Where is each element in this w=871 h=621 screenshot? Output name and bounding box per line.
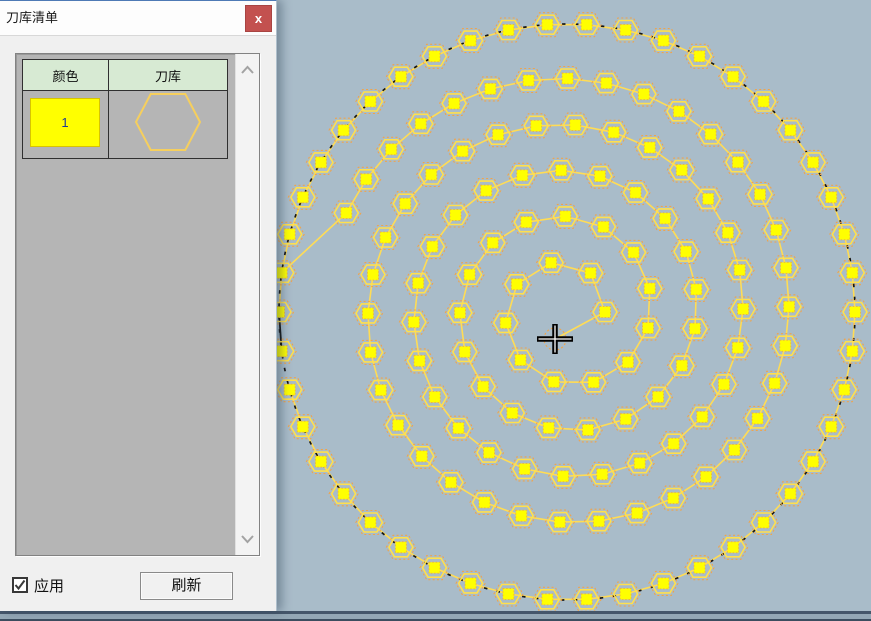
chevron-down-icon [239,530,256,547]
window-bottom-frame [0,611,871,621]
dialog-footer: 应用 刷新 [0,571,277,605]
dialog-title: 刀库清单 [6,1,58,35]
color-swatch[interactable]: 1 [30,98,100,147]
header-color: 颜色 [23,60,109,91]
crosshair-cursor [537,324,573,354]
table-header-row: 颜色 刀库 [23,60,228,91]
apply-label[interactable]: 应用 [34,575,64,596]
header-tool: 刀库 [109,60,228,91]
table-row[interactable]: 1 [23,91,228,159]
tool-library-dialog: 刀库清单 x 颜色 刀库 1 [0,0,277,611]
tool-cell [109,91,228,159]
app-window: { "dialog": { "title": "刀库清单", "close_la… [0,0,871,621]
dialog-title-bar[interactable]: 刀库清单 x [0,1,276,36]
tool-table: 颜色 刀库 1 [22,59,228,159]
chevron-up-icon [239,62,256,79]
tool-list-box: 颜色 刀库 1 [15,53,260,556]
scroll-up-button[interactable] [239,62,256,79]
refresh-button[interactable]: 刷新 [140,572,233,600]
check-icon [14,579,26,591]
frame-light-band [0,614,871,621]
tool-hexagon-icon [110,91,226,153]
scrollbar[interactable] [235,54,259,555]
scroll-down-button[interactable] [239,530,256,547]
color-cell: 1 [23,91,109,159]
close-icon: x [255,11,262,26]
apply-checkbox[interactable] [12,577,28,593]
close-button[interactable]: x [245,5,272,32]
